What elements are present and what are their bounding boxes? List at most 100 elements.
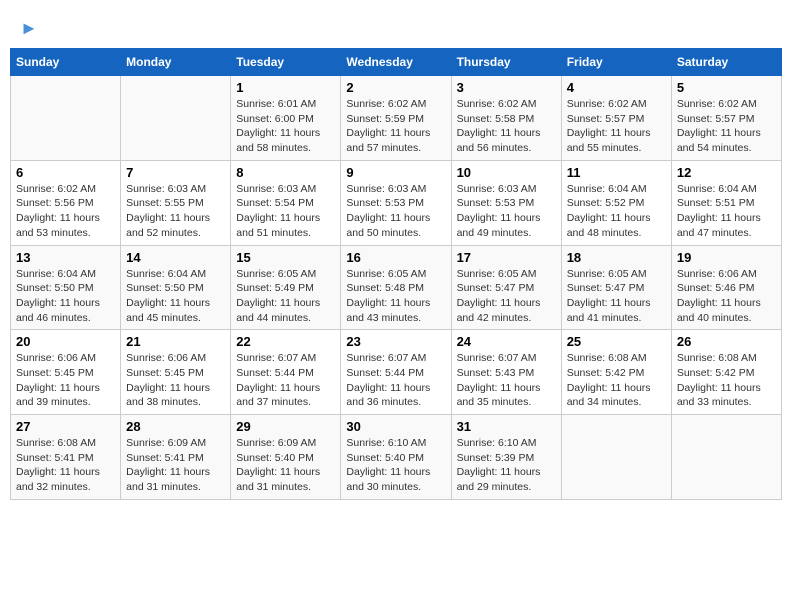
day-info: Sunrise: 6:09 AM Sunset: 5:41 PM Dayligh… <box>126 436 225 495</box>
calendar-cell: 13 Sunrise: 6:04 AM Sunset: 5:50 PM Dayli… <box>11 245 121 330</box>
day-number: 18 <box>567 250 666 265</box>
page-header: ► <box>10 10 782 40</box>
day-number: 22 <box>236 334 335 349</box>
day-info: Sunrise: 6:04 AM Sunset: 5:52 PM Dayligh… <box>567 182 666 241</box>
day-number: 1 <box>236 80 335 95</box>
day-number: 29 <box>236 419 335 434</box>
day-info: Sunrise: 6:10 AM Sunset: 5:39 PM Dayligh… <box>457 436 556 495</box>
day-number: 2 <box>346 80 445 95</box>
logo-text: ► <box>18 14 38 40</box>
day-info: Sunrise: 6:08 AM Sunset: 5:41 PM Dayligh… <box>16 436 115 495</box>
calendar-cell: 5Sunrise: 6:02 AM Sunset: 5:57 PM Daylig… <box>671 76 781 161</box>
calendar-cell: 1 Sunrise: 6:01 AM Sunset: 6:00 PM Daylig… <box>231 76 341 161</box>
day-number: 15 <box>236 250 335 265</box>
day-number: 9 <box>346 165 445 180</box>
calendar-cell: 6Sunrise: 6:02 AM Sunset: 5:56 PM Daylig… <box>11 160 121 245</box>
calendar-cell <box>11 76 121 161</box>
weekday-header-saturday: Saturday <box>671 49 781 76</box>
day-number: 16 <box>346 250 445 265</box>
calendar-cell: 11 Sunrise: 6:04 AM Sunset: 5:52 PM Dayli… <box>561 160 671 245</box>
calendar-week-1: 1 Sunrise: 6:01 AM Sunset: 6:00 PM Daylig… <box>11 76 782 161</box>
calendar-cell: 3Sunrise: 6:02 AM Sunset: 5:58 PM Daylig… <box>451 76 561 161</box>
day-info: Sunrise: 6:03 AM Sunset: 5:53 PM Dayligh… <box>346 182 445 241</box>
calendar-week-2: 6Sunrise: 6:02 AM Sunset: 5:56 PM Daylig… <box>11 160 782 245</box>
weekday-header-sunday: Sunday <box>11 49 121 76</box>
weekday-header-friday: Friday <box>561 49 671 76</box>
calendar-cell: 4 Sunrise: 6:02 AM Sunset: 5:57 PM Daylig… <box>561 76 671 161</box>
calendar-cell: 20 Sunrise: 6:06 AM Sunset: 5:45 PM Dayli… <box>11 330 121 415</box>
calendar-cell: 9 Sunrise: 6:03 AM Sunset: 5:53 PM Daylig… <box>341 160 451 245</box>
day-info: Sunrise: 6:09 AM Sunset: 5:40 PM Dayligh… <box>236 436 335 495</box>
day-number: 11 <box>567 165 666 180</box>
calendar-cell: 15 Sunrise: 6:05 AM Sunset: 5:49 PM Dayli… <box>231 245 341 330</box>
day-info: Sunrise: 6:08 AM Sunset: 5:42 PM Dayligh… <box>677 351 776 410</box>
day-info: Sunrise: 6:05 AM Sunset: 5:48 PM Dayligh… <box>346 267 445 326</box>
logo: ► <box>18 14 38 36</box>
calendar-cell: 14 Sunrise: 6:04 AM Sunset: 5:50 PM Dayli… <box>121 245 231 330</box>
calendar-cell: 24 Sunrise: 6:07 AM Sunset: 5:43 PM Dayli… <box>451 330 561 415</box>
day-info: Sunrise: 6:07 AM Sunset: 5:44 PM Dayligh… <box>346 351 445 410</box>
calendar-cell: 22 Sunrise: 6:07 AM Sunset: 5:44 PM Dayli… <box>231 330 341 415</box>
day-info: Sunrise: 6:07 AM Sunset: 5:44 PM Dayligh… <box>236 351 335 410</box>
day-info: Sunrise: 6:07 AM Sunset: 5:43 PM Dayligh… <box>457 351 556 410</box>
day-info: Sunrise: 6:02 AM Sunset: 5:56 PM Dayligh… <box>16 182 115 241</box>
day-number: 19 <box>677 250 776 265</box>
day-number: 20 <box>16 334 115 349</box>
day-info: Sunrise: 6:02 AM Sunset: 5:57 PM Dayligh… <box>567 97 666 156</box>
weekday-header-wednesday: Wednesday <box>341 49 451 76</box>
calendar-cell: 16 Sunrise: 6:05 AM Sunset: 5:48 PM Dayli… <box>341 245 451 330</box>
calendar-cell: 10Sunrise: 6:03 AM Sunset: 5:53 PM Dayli… <box>451 160 561 245</box>
day-number: 31 <box>457 419 556 434</box>
day-info: Sunrise: 6:03 AM Sunset: 5:55 PM Dayligh… <box>126 182 225 241</box>
calendar-cell: 28 Sunrise: 6:09 AM Sunset: 5:41 PM Dayli… <box>121 415 231 500</box>
calendar-cell <box>561 415 671 500</box>
day-number: 14 <box>126 250 225 265</box>
calendar-cell: 7Sunrise: 6:03 AM Sunset: 5:55 PM Daylig… <box>121 160 231 245</box>
day-number: 4 <box>567 80 666 95</box>
calendar-cell: 27Sunrise: 6:08 AM Sunset: 5:41 PM Dayli… <box>11 415 121 500</box>
day-info: Sunrise: 6:06 AM Sunset: 5:45 PM Dayligh… <box>126 351 225 410</box>
calendar-header-row: SundayMondayTuesdayWednesdayThursdayFrid… <box>11 49 782 76</box>
day-number: 5 <box>677 80 776 95</box>
day-number: 8 <box>236 165 335 180</box>
day-info: Sunrise: 6:04 AM Sunset: 5:50 PM Dayligh… <box>16 267 115 326</box>
calendar-cell: 23 Sunrise: 6:07 AM Sunset: 5:44 PM Dayli… <box>341 330 451 415</box>
calendar-cell: 17Sunrise: 6:05 AM Sunset: 5:47 PM Dayli… <box>451 245 561 330</box>
calendar-week-3: 13 Sunrise: 6:04 AM Sunset: 5:50 PM Dayli… <box>11 245 782 330</box>
day-info: Sunrise: 6:01 AM Sunset: 6:00 PM Dayligh… <box>236 97 335 156</box>
calendar-cell <box>671 415 781 500</box>
day-number: 25 <box>567 334 666 349</box>
day-info: Sunrise: 6:05 AM Sunset: 5:47 PM Dayligh… <box>567 267 666 326</box>
calendar-cell: 29 Sunrise: 6:09 AM Sunset: 5:40 PM Dayli… <box>231 415 341 500</box>
day-number: 12 <box>677 165 776 180</box>
calendar-cell: 30 Sunrise: 6:10 AM Sunset: 5:40 PM Dayli… <box>341 415 451 500</box>
day-info: Sunrise: 6:08 AM Sunset: 5:42 PM Dayligh… <box>567 351 666 410</box>
day-number: 13 <box>16 250 115 265</box>
day-number: 26 <box>677 334 776 349</box>
day-info: Sunrise: 6:02 AM Sunset: 5:59 PM Dayligh… <box>346 97 445 156</box>
weekday-header-thursday: Thursday <box>451 49 561 76</box>
calendar-cell <box>121 76 231 161</box>
calendar-cell: 21 Sunrise: 6:06 AM Sunset: 5:45 PM Dayli… <box>121 330 231 415</box>
calendar-week-4: 20 Sunrise: 6:06 AM Sunset: 5:45 PM Dayli… <box>11 330 782 415</box>
day-number: 24 <box>457 334 556 349</box>
day-number: 28 <box>126 419 225 434</box>
calendar-cell: 12 Sunrise: 6:04 AM Sunset: 5:51 PM Dayli… <box>671 160 781 245</box>
day-info: Sunrise: 6:05 AM Sunset: 5:49 PM Dayligh… <box>236 267 335 326</box>
day-number: 30 <box>346 419 445 434</box>
day-info: Sunrise: 6:04 AM Sunset: 5:51 PM Dayligh… <box>677 182 776 241</box>
day-number: 23 <box>346 334 445 349</box>
day-number: 21 <box>126 334 225 349</box>
day-number: 10 <box>457 165 556 180</box>
day-info: Sunrise: 6:02 AM Sunset: 5:58 PM Dayligh… <box>457 97 556 156</box>
weekday-header-monday: Monday <box>121 49 231 76</box>
day-info: Sunrise: 6:05 AM Sunset: 5:47 PM Dayligh… <box>457 267 556 326</box>
day-info: Sunrise: 6:06 AM Sunset: 5:45 PM Dayligh… <box>16 351 115 410</box>
day-info: Sunrise: 6:06 AM Sunset: 5:46 PM Dayligh… <box>677 267 776 326</box>
weekday-header-tuesday: Tuesday <box>231 49 341 76</box>
calendar-cell: 31 Sunrise: 6:10 AM Sunset: 5:39 PM Dayli… <box>451 415 561 500</box>
calendar-cell: 18 Sunrise: 6:05 AM Sunset: 5:47 PM Dayli… <box>561 245 671 330</box>
day-info: Sunrise: 6:10 AM Sunset: 5:40 PM Dayligh… <box>346 436 445 495</box>
day-info: Sunrise: 6:03 AM Sunset: 5:54 PM Dayligh… <box>236 182 335 241</box>
day-info: Sunrise: 6:04 AM Sunset: 5:50 PM Dayligh… <box>126 267 225 326</box>
